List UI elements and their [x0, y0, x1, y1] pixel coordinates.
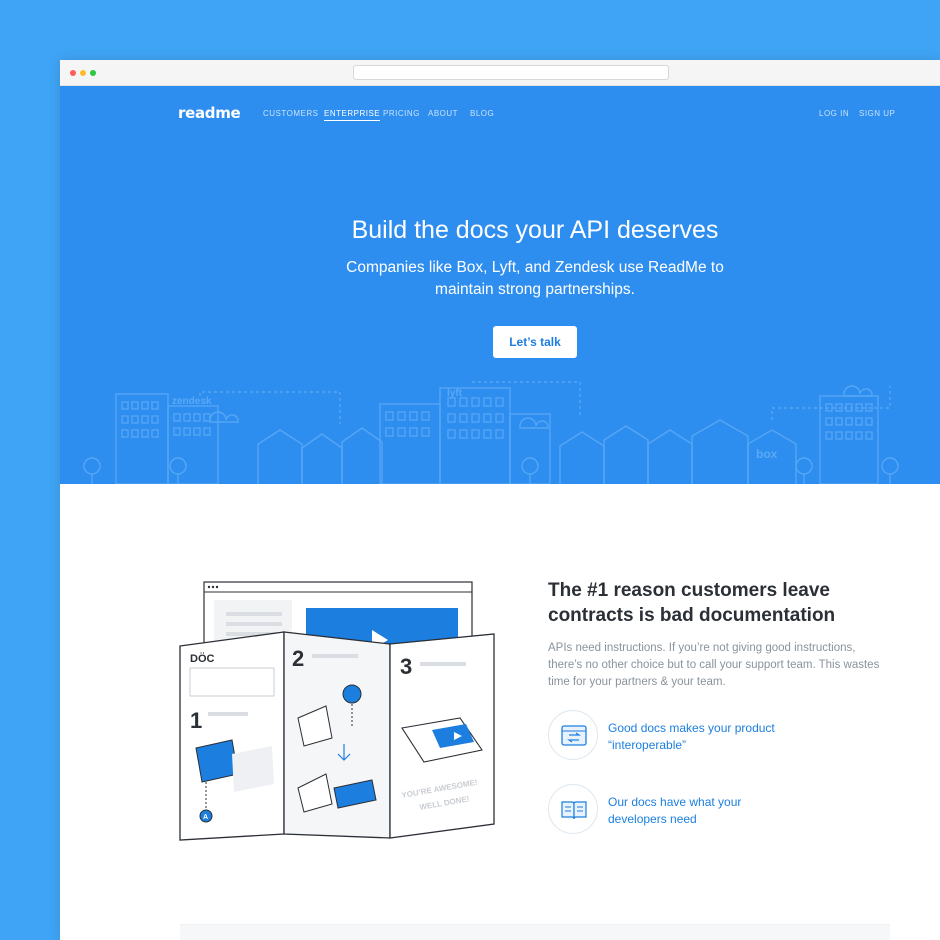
- lyft-logo-text: lyft: [447, 388, 463, 399]
- open-book-icon: [548, 784, 598, 834]
- next-section-strip: [180, 924, 890, 940]
- badge-letter: A: [203, 814, 208, 821]
- hero-subtitle: Companies like Box, Lyft, and Zendesk us…: [346, 259, 724, 298]
- nav-enterprise[interactable]: ENTERPRISE: [324, 109, 381, 121]
- browser-window: zendesk lyft box readme CUSTOMERS ENTERP…: [60, 60, 940, 940]
- interoperable-icon: [548, 710, 598, 760]
- section-body: APIs need instructions. If you’re not gi…: [548, 642, 880, 688]
- top-navigation: readme CUSTOMERS ENTERPRISE PRICING ABOU…: [60, 86, 940, 146]
- hero-section: zendesk lyft box readme CUSTOMERS ENTERP…: [60, 86, 940, 484]
- nav-blog[interactable]: BLOG: [470, 109, 494, 118]
- city-skyline-illustration: zendesk lyft box: [83, 381, 899, 484]
- hero-title: Build the docs your API deserves: [351, 216, 719, 244]
- feature-developers-text: Our docs have what your developers need: [608, 795, 742, 826]
- step-one-number: 1: [190, 708, 202, 733]
- lets-talk-button[interactable]: Let’s talk: [493, 326, 577, 358]
- step-three-number: 3: [400, 654, 412, 679]
- feature-interoperable-text: Good docs makes your product “interopera…: [608, 721, 775, 752]
- feature-developers: Our docs have what your developers need: [548, 784, 888, 836]
- nav-log-in[interactable]: LOG IN: [819, 109, 849, 118]
- browser-chrome: [60, 60, 940, 86]
- minimize-window-dot[interactable]: [80, 70, 86, 76]
- nav-customers[interactable]: CUSTOMERS: [263, 109, 318, 118]
- folded-doc-illustration: DÖC 1 A 2 3 YOU’RE AWESOME! WELL DONE!: [179, 581, 495, 841]
- section-title: The #1 reason customers leave contracts …: [548, 580, 836, 626]
- maximize-window-dot[interactable]: [90, 70, 96, 76]
- documentation-section: DÖC 1 A 2 3 YOU’RE AWESOME! WELL DONE! T…: [60, 484, 940, 940]
- nav-about[interactable]: ABOUT: [428, 109, 458, 118]
- readme-logo[interactable]: readme: [178, 104, 241, 122]
- close-window-dot[interactable]: [70, 70, 76, 76]
- zendesk-logo-text: zendesk: [172, 396, 212, 407]
- box-logo-text: box: [756, 447, 778, 461]
- address-bar[interactable]: [353, 65, 669, 80]
- nav-pricing[interactable]: PRICING: [383, 109, 420, 118]
- feature-interoperable: Good docs makes your product “interopera…: [548, 710, 888, 762]
- step-two-number: 2: [292, 646, 304, 671]
- doc-brand-text: DÖC: [190, 652, 215, 665]
- nav-sign-up[interactable]: SIGN UP: [859, 109, 895, 118]
